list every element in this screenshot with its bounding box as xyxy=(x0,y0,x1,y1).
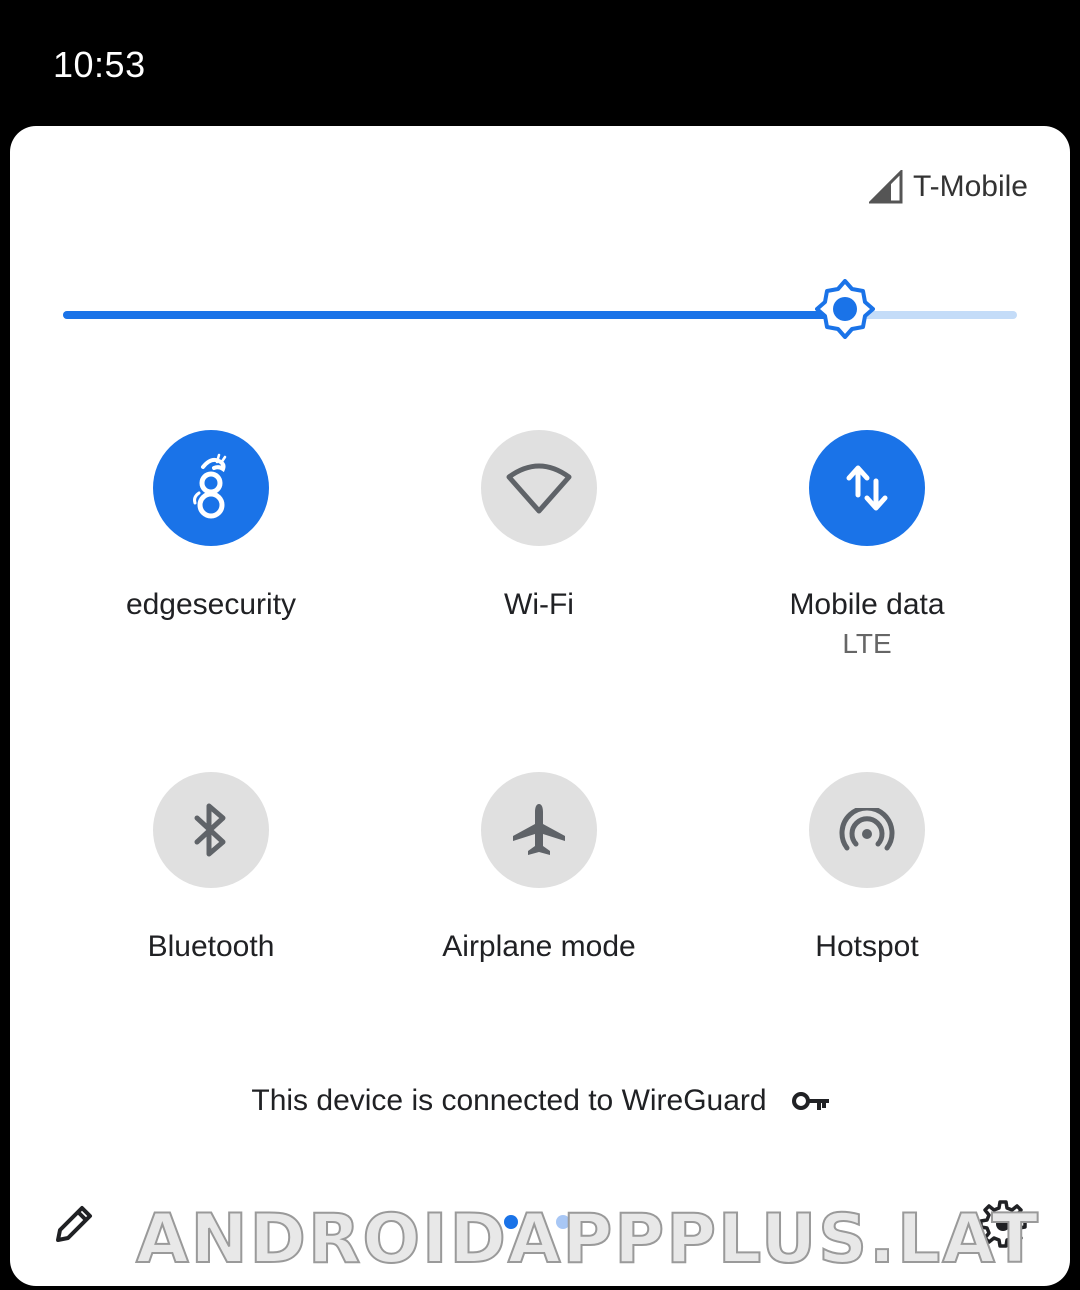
tile-edgesecurity-button[interactable] xyxy=(153,430,269,546)
wifi-icon xyxy=(506,463,572,514)
mobile-data-icon xyxy=(846,465,888,511)
brightness-slider[interactable] xyxy=(63,279,1017,339)
tile-wifi-button[interactable] xyxy=(481,430,597,546)
tile-bluetooth-label: Bluetooth xyxy=(147,930,275,963)
watermark: ANDROIDAPPPLUS.LAT xyxy=(135,1199,1041,1280)
tile-bluetooth-button[interactable] xyxy=(153,772,269,888)
tile-airplane-mode[interactable]: Airplane mode xyxy=(389,772,689,964)
status-time: 10:53 xyxy=(53,44,146,85)
tile-bluetooth[interactable]: Bluetooth xyxy=(61,772,361,964)
tile-wifi-label: Wi-Fi xyxy=(504,588,574,621)
tile-mobile-data-sublabel: LTE xyxy=(842,628,892,659)
tile-mobile-data-button[interactable] xyxy=(809,430,925,546)
status-bar: 10:53 xyxy=(0,0,1080,126)
carrier-name: T-Mobile xyxy=(912,170,1028,203)
bluetooth-icon xyxy=(194,803,226,857)
signal-icon xyxy=(868,170,903,204)
tile-hotspot[interactable]: Hotspot xyxy=(717,772,1017,964)
tile-hotspot-label: Hotspot xyxy=(815,930,919,963)
tile-mobile-data[interactable]: Mobile data LTE xyxy=(717,430,1017,660)
quick-settings-panel: T-Mobile edgesecurity Wi-Fi Mobile data … xyxy=(10,126,1070,1286)
tile-airplane-mode-label: Airplane mode xyxy=(442,930,636,963)
brightness-icon[interactable] xyxy=(815,279,876,339)
vpn-status[interactable]: This device is connected to WireGuard xyxy=(10,1084,1070,1118)
tile-mobile-data-label: Mobile data xyxy=(789,588,945,621)
tile-hotspot-button[interactable] xyxy=(809,772,925,888)
pencil-icon[interactable] xyxy=(50,1200,98,1248)
tile-wifi[interactable]: Wi-Fi xyxy=(389,430,689,622)
wireguard-dragon-icon xyxy=(193,453,227,519)
tile-airplane-mode-button[interactable] xyxy=(481,772,597,888)
key-icon xyxy=(791,1092,829,1110)
hotspot-icon xyxy=(839,808,895,851)
tile-edgesecurity-label: edgesecurity xyxy=(125,588,297,621)
airplane-icon xyxy=(513,804,565,855)
vpn-status-text: This device is connected to WireGuard xyxy=(251,1084,767,1117)
tile-edgesecurity[interactable]: edgesecurity xyxy=(61,430,361,622)
carrier-indicator: T-Mobile xyxy=(868,170,1028,204)
brightness-slider-fill xyxy=(63,311,846,319)
